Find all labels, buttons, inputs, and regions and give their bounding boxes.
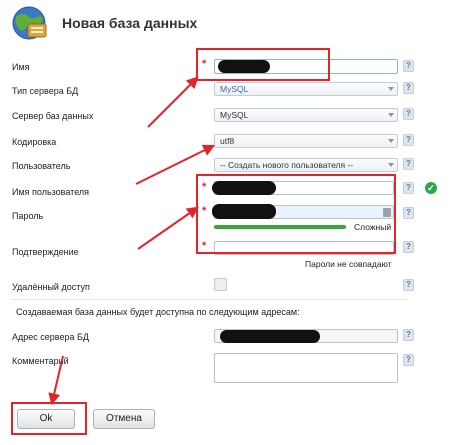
user-value: -- Создать нового пользователя -- bbox=[220, 160, 354, 170]
annotation-box-credentials bbox=[196, 174, 396, 254]
server-type-label: Тип сервера БД bbox=[12, 86, 79, 96]
dialog-title: Новая база данных bbox=[62, 15, 198, 31]
db-server-help-icon[interactable]: ? bbox=[403, 108, 414, 120]
user-label: Пользователь bbox=[12, 161, 71, 171]
server-type-value: MySQL bbox=[220, 84, 249, 94]
password-help-icon[interactable]: ? bbox=[403, 207, 414, 219]
server-address-help-icon[interactable]: ? bbox=[403, 329, 414, 341]
db-server-select[interactable]: MySQL bbox=[214, 108, 398, 122]
user-help-icon[interactable]: ? bbox=[403, 158, 414, 170]
cancel-button[interactable]: Отмена bbox=[93, 409, 155, 429]
confirm-help-icon[interactable]: ? bbox=[403, 241, 414, 253]
comment-textarea[interactable] bbox=[214, 353, 398, 383]
name-label: Имя bbox=[12, 62, 30, 72]
password-mismatch-text: Пароли не совпадают bbox=[305, 259, 392, 269]
db-server-label: Сервер баз данных bbox=[12, 111, 94, 121]
server-type-help-icon[interactable]: ? bbox=[403, 82, 414, 94]
encoding-help-icon[interactable]: ? bbox=[403, 134, 414, 146]
remote-access-label: Удалённый доступ bbox=[12, 282, 90, 292]
db-server-value: MySQL bbox=[220, 110, 249, 120]
arrow-to-name bbox=[147, 76, 199, 128]
chevron-down-icon bbox=[388, 87, 394, 91]
chevron-down-icon bbox=[388, 163, 394, 167]
password-label: Пароль bbox=[12, 211, 44, 221]
name-help-icon[interactable]: ? bbox=[403, 60, 414, 72]
arrow-to-credentials bbox=[137, 206, 199, 250]
server-address-label: Адрес сервера БД bbox=[12, 332, 89, 342]
remote-access-checkbox[interactable] bbox=[214, 278, 227, 291]
remote-access-help-icon[interactable]: ? bbox=[403, 279, 414, 291]
annotation-box-ok bbox=[11, 402, 87, 435]
comment-label: Комментарий bbox=[12, 356, 69, 366]
chevron-down-icon bbox=[388, 113, 394, 117]
database-globe-icon bbox=[8, 4, 50, 42]
encoding-value: utf8 bbox=[220, 136, 235, 146]
encoding-label: Кодировка bbox=[12, 137, 57, 147]
username-label: Имя пользователя bbox=[12, 187, 90, 197]
section-divider bbox=[12, 299, 408, 300]
confirm-label: Подтверждение bbox=[12, 247, 79, 257]
comment-help-icon[interactable]: ? bbox=[403, 354, 414, 366]
user-select[interactable]: -- Создать нового пользователя -- bbox=[214, 158, 398, 172]
chevron-down-icon bbox=[388, 139, 394, 143]
username-help-icon[interactable]: ? bbox=[403, 182, 414, 194]
server-type-select[interactable]: MySQL bbox=[214, 82, 398, 96]
server-address-redaction bbox=[220, 330, 320, 343]
annotation-box-name bbox=[196, 48, 330, 81]
availability-note: Создаваемая база данных будет доступна п… bbox=[16, 307, 300, 317]
username-valid-icon: ✓ bbox=[425, 182, 437, 194]
encoding-select[interactable]: utf8 bbox=[214, 134, 398, 148]
